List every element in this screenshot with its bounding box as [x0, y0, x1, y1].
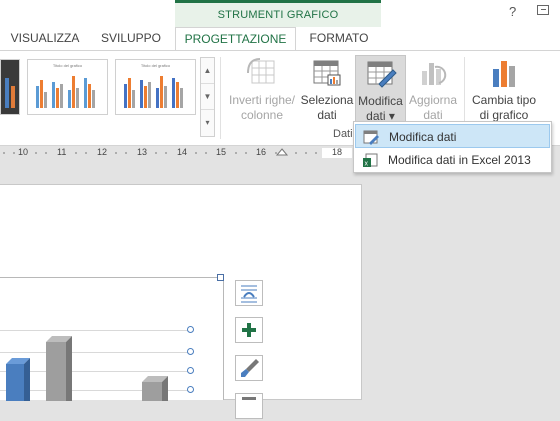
edit-data-label-1: Modifica — [358, 94, 403, 108]
bar-gray-2 — [142, 376, 168, 401]
ribbon-separator — [220, 57, 221, 139]
edit-data-icon — [365, 58, 397, 90]
ruler-label: 18 — [332, 147, 343, 157]
ruler-label: 13 — [137, 147, 148, 157]
ribbon-display-options-icon[interactable] — [537, 5, 549, 15]
menu-item-edit-data-in-excel[interactable]: x Modifica dati in Excel 2013 — [355, 148, 550, 172]
select-data-icon — [311, 57, 343, 89]
series-handle[interactable] — [187, 386, 194, 393]
edit-data-menu: Modifica dati x Modifica dati in Excel 2… — [353, 121, 552, 173]
change-chart-type-icon — [488, 57, 520, 89]
ruler-label: 15 — [216, 147, 227, 157]
menu-item-edit-data[interactable]: Modifica dati — [355, 124, 550, 148]
bar-gray-1 — [46, 336, 72, 401]
tab-visualizza[interactable]: VISUALIZZA — [4, 27, 86, 51]
switch-row-column-icon — [246, 57, 278, 89]
tab-progettazione[interactable]: PROGETTAZIONE — [175, 27, 296, 52]
chart-style-thumb-1[interactable] — [0, 59, 20, 115]
help-icon[interactable]: ? — [509, 4, 516, 19]
layout-options-icon — [241, 285, 257, 303]
gallery-up-icon[interactable]: ▲ — [201, 58, 214, 84]
select-data-label-1: Seleziona — [300, 93, 354, 107]
refresh-data-label-1: Aggiorna — [408, 93, 458, 107]
chart-style-thumb-3[interactable]: Titolo del grafico — [115, 59, 196, 115]
menu-item-edit-data-label: Modifica dati — [389, 130, 457, 144]
tab-formato[interactable]: FORMATO — [300, 27, 378, 51]
chart-style-thumb-3-preview — [124, 76, 183, 108]
ruler-label: 12 — [97, 147, 108, 157]
series-handle[interactable] — [187, 348, 194, 355]
ruler-label: 14 — [177, 147, 188, 157]
tab-sviluppo[interactable]: SVILUPPO — [96, 27, 166, 51]
select-data-label-2: dati — [317, 108, 337, 122]
edit-data-small-icon — [363, 129, 379, 145]
chart-style-thumb-2-preview — [36, 76, 95, 108]
chart-object[interactable] — [0, 274, 224, 401]
excel-icon: x — [362, 152, 378, 168]
refresh-data-icon — [417, 57, 449, 89]
menu-item-edit-data-in-excel-label: Modifica dati in Excel 2013 — [388, 153, 531, 167]
chart-style-thumb-2[interactable]: Titolo del grafico — [27, 59, 108, 115]
svg-text:x: x — [365, 161, 369, 168]
layout-options-button[interactable] — [235, 280, 263, 306]
refresh-data-button[interactable]: Aggiorna dati — [406, 55, 460, 129]
series-handle[interactable] — [187, 367, 194, 374]
gallery-more-icon[interactable]: ▾ — [201, 110, 214, 136]
paintbrush-icon — [241, 359, 259, 377]
filter-icon — [242, 397, 256, 400]
gallery-down-icon[interactable]: ▼ — [201, 84, 214, 110]
contextual-tab-header: STRUMENTI GRAFICO — [175, 0, 381, 27]
data-group-label: Dati — [333, 128, 353, 140]
gallery-scroll[interactable]: ▲ ▼ ▾ — [200, 57, 215, 137]
ruler-label: 11 — [57, 147, 67, 157]
change-chart-type-label-1: Cambia tipo — [471, 93, 537, 107]
bar-blue — [6, 358, 30, 401]
resize-handle[interactable] — [217, 274, 224, 281]
chart-filters-button[interactable] — [235, 393, 263, 419]
chart-styles-button[interactable] — [235, 355, 263, 381]
contextual-header-label: STRUMENTI GRAFICO — [217, 9, 339, 21]
ruler-label: 16 — [256, 147, 267, 157]
ruler-label: 10 — [18, 147, 29, 157]
switch-row-column-label-2: colonne — [240, 108, 284, 122]
chart-elements-button[interactable] — [235, 317, 263, 343]
series-handle[interactable] — [187, 326, 194, 333]
chart-bars — [6, 336, 168, 401]
chart-style-thumb-1-preview — [1, 60, 19, 114]
switch-row-column-label-1: Inverti righe/ — [228, 93, 296, 107]
change-chart-type-button[interactable]: Cambia tipo di grafico — [467, 55, 541, 129]
select-data-button[interactable]: Seleziona dati — [300, 55, 354, 129]
switch-row-column-button[interactable]: Inverti righe/ colonne — [226, 55, 298, 129]
edit-data-button[interactable]: Modifica dati ▾ — [355, 55, 406, 129]
plus-icon — [242, 323, 256, 337]
